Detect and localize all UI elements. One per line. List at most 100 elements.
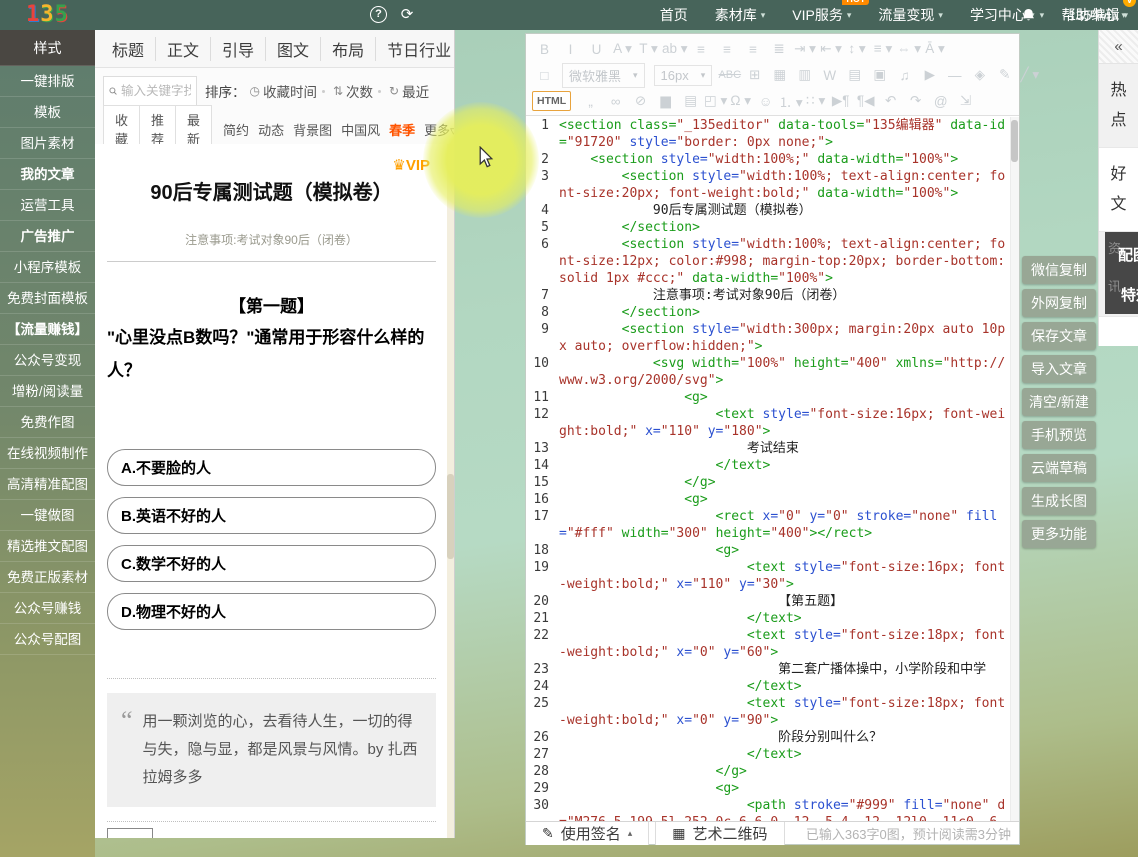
tag[interactable]: 背景图 xyxy=(293,120,332,139)
emoji-icon[interactable]: ☺ xyxy=(753,94,778,109)
sidebar-item[interactable]: 广告推广 xyxy=(0,221,95,252)
external-copy-button[interactable]: 外网复制 xyxy=(1022,289,1096,317)
sort-option[interactable]: ◷ 收藏时间 xyxy=(250,81,317,101)
font-color-icon[interactable]: A ▾ xyxy=(610,41,635,57)
notifications-button[interactable]: ▾ xyxy=(1022,8,1045,22)
horizontal-rule-icon[interactable]: — xyxy=(942,68,967,83)
sidebar-item[interactable]: 小程序模板 xyxy=(0,252,95,283)
tag[interactable]: 中国风 xyxy=(341,120,380,139)
bold-icon[interactable]: B xyxy=(532,42,557,57)
cloud-draft-button[interactable]: 云端草稿 xyxy=(1022,454,1096,482)
sidebar-item[interactable]: 我的文章 xyxy=(0,159,95,190)
unlink-icon[interactable]: ⊘ xyxy=(628,93,653,109)
template-icon[interactable]: ▆ xyxy=(653,93,678,109)
code-scrollbar[interactable] xyxy=(1010,117,1019,821)
search-box[interactable] xyxy=(103,76,197,107)
sidebar-item[interactable]: 【流量赚钱】 xyxy=(0,314,95,345)
collapse-panel-button[interactable]: « xyxy=(1099,30,1138,64)
style-tab[interactable]: 图文 xyxy=(265,37,320,61)
app-logo[interactable]: 135 xyxy=(26,2,69,27)
code-scrollbar-thumb[interactable] xyxy=(1011,120,1018,162)
text-case-icon[interactable]: Ā ▾ xyxy=(923,41,948,57)
sidebar-item[interactable]: 增粉/阅读量 xyxy=(0,376,95,407)
right-tab[interactable]: 好文 xyxy=(1099,148,1138,232)
letter-spacing-icon[interactable]: ⇔ ▾ xyxy=(897,41,922,57)
outdent-icon[interactable]: ⇤ ▾ xyxy=(819,41,844,57)
line-height-icon[interactable]: ↕ ▾ xyxy=(845,41,870,57)
tab-peitu[interactable]: 配图 xyxy=(1118,244,1138,265)
sidebar-item[interactable]: 样式 xyxy=(0,30,95,66)
align-left-icon[interactable]: ≡ xyxy=(689,42,714,57)
sidebar-item[interactable]: 一键排版 xyxy=(0,66,95,97)
tag[interactable]: 动态 xyxy=(258,120,284,139)
clear-new-button[interactable]: 清空/新建 xyxy=(1022,388,1096,416)
use-signature-button[interactable]: ✎ 使用签名 ▴ xyxy=(526,822,649,845)
special-char-icon[interactable]: Ω ▾ xyxy=(728,93,753,109)
style-tab[interactable]: 标题 xyxy=(101,37,155,61)
sidebar-item[interactable]: 精选推文配图 xyxy=(0,531,95,562)
font-size-select[interactable]: 16px ▾ xyxy=(654,65,713,86)
format-brush-icon[interactable]: ✎ xyxy=(992,67,1017,83)
art-qrcode-button[interactable]: ▦ 艺术二维码 xyxy=(655,822,784,845)
right-tab[interactable]: 热点 xyxy=(1099,64,1138,148)
wechat-copy-button[interactable]: 微信复制 xyxy=(1022,256,1096,284)
preview-scrollbar[interactable] xyxy=(447,144,454,838)
sidebar-item[interactable]: 模板 xyxy=(0,97,95,128)
sidebar-item[interactable]: 免费封面模板 xyxy=(0,283,95,314)
section-layout-icon[interactable]: ▤ xyxy=(678,93,703,109)
save-article-button[interactable]: 保存文章 xyxy=(1022,322,1096,350)
image-icon[interactable]: ▤ xyxy=(842,67,867,83)
underline-icon[interactable]: U xyxy=(584,42,609,57)
style-tab[interactable]: 节日行业 xyxy=(375,37,455,61)
generate-image-button[interactable]: 生成长图 xyxy=(1022,487,1096,515)
music-icon[interactable]: ♫ xyxy=(892,68,917,83)
font-family-select[interactable]: 微软雅黑 ▾ xyxy=(562,63,645,88)
preview-scrollbar-thumb[interactable] xyxy=(447,474,454,559)
table-icon[interactable]: ⊞ xyxy=(742,67,767,83)
ordered-list-icon[interactable]: ⒈ ▾ xyxy=(778,91,803,111)
blockquote-icon[interactable]: „ xyxy=(578,94,603,109)
import-article-button[interactable]: 导入文章 xyxy=(1022,355,1096,383)
tag[interactable]: 简约 xyxy=(223,120,249,139)
style-tab[interactable]: 正文 xyxy=(155,37,210,61)
gallery-icon[interactable]: ▣ xyxy=(867,67,892,83)
sidebar-item[interactable]: 一键做图 xyxy=(0,500,95,531)
sort-option[interactable]: ↻ 最近 xyxy=(373,81,429,101)
sidebar-item[interactable]: 图片素材 xyxy=(0,128,95,159)
insert-block-icon[interactable]: ◰ ▾ xyxy=(703,93,728,109)
sort-option[interactable]: ⇅ 次数 xyxy=(317,81,373,101)
refresh-icon[interactable]: ⟳ xyxy=(398,6,416,24)
eraser-icon[interactable]: ◈ xyxy=(967,67,992,83)
sidebar-item[interactable]: 在线视频制作 xyxy=(0,438,95,469)
sidebar-item[interactable]: 公众号赚钱 xyxy=(0,593,95,624)
unordered-list-icon[interactable]: ∷ ▾ xyxy=(803,93,828,109)
word-doc-icon[interactable]: W xyxy=(817,68,842,83)
article-preview[interactable]: ♛VIP 90后专属测试题（模拟卷） 注意事项:考试对象90后（闭卷） 【第一题… xyxy=(95,144,448,838)
text-style-icon[interactable]: T ▾ xyxy=(636,41,661,57)
link-icon[interactable]: ∞ xyxy=(603,94,628,109)
phone-preview-button[interactable]: 手机预览 xyxy=(1022,421,1096,449)
html-source-button[interactable]: HTML xyxy=(532,91,571,111)
indent-icon[interactable]: ⇥ ▾ xyxy=(793,41,818,57)
style-tab[interactable]: 布局 xyxy=(320,37,375,61)
align-right-icon[interactable]: ≡ xyxy=(741,42,766,57)
magic-fill-icon[interactable]: ╱ ▾ xyxy=(1017,67,1042,83)
sidebar-item[interactable]: 高清精准配图 xyxy=(0,469,95,500)
paragraph-back-icon[interactable]: ¶◀ xyxy=(853,93,878,109)
undo-icon[interactable]: ↶ xyxy=(878,93,903,109)
align-justify-icon[interactable]: ≣ xyxy=(767,41,792,57)
mention-icon[interactable]: @ xyxy=(928,94,953,109)
style-tab[interactable]: 引导 xyxy=(210,37,265,61)
paragraph-spacing-icon[interactable]: ≡ ▾ xyxy=(871,41,896,57)
user-menu[interactable]: 135编辑 ▾ V xyxy=(1068,5,1128,25)
redo-icon[interactable]: ↷ xyxy=(903,93,928,109)
highlight-icon[interactable]: ab ▾ xyxy=(662,41,688,57)
more-functions-button[interactable]: 更多功能 xyxy=(1022,520,1096,548)
new-document-icon[interactable]: □ xyxy=(532,68,557,83)
tag[interactable]: 春季 xyxy=(389,120,415,139)
remove-format-icon[interactable]: ABC xyxy=(717,69,742,81)
tab-texiao[interactable]: 特效 xyxy=(1121,284,1138,305)
video-icon[interactable]: ▶ xyxy=(917,67,942,83)
search-input[interactable] xyxy=(121,84,191,98)
fullscreen-icon[interactable]: ⇲ xyxy=(953,93,978,109)
